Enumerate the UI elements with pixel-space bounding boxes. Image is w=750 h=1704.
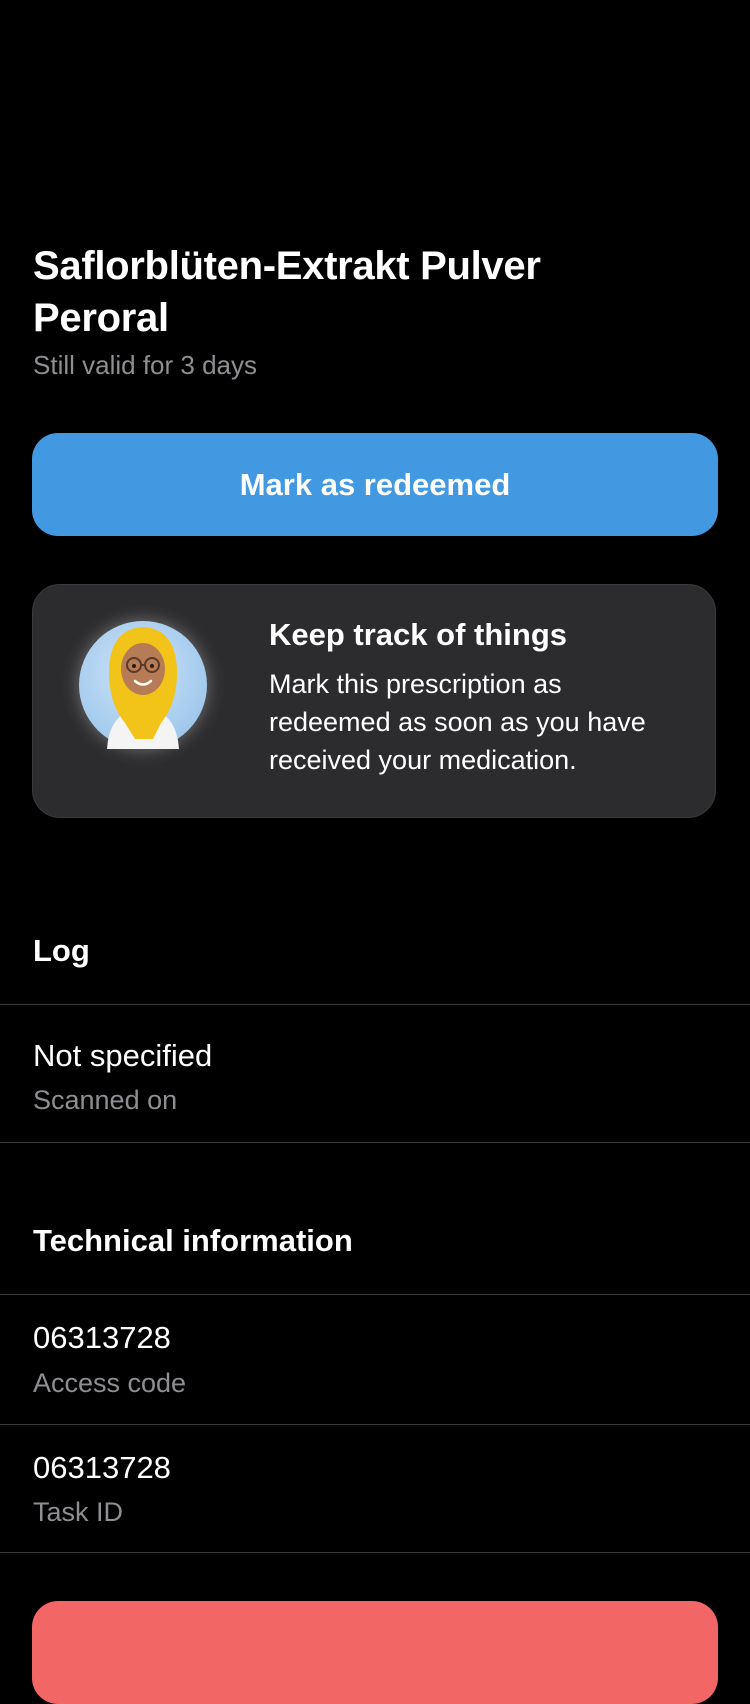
divider — [0, 1294, 750, 1295]
hint-title: Keep track of things — [269, 617, 567, 652]
divider — [0, 1552, 750, 1553]
divider — [0, 1142, 750, 1143]
task-id-value: 06313728 — [33, 1450, 171, 1485]
log-entry-label: Scanned on — [33, 1085, 178, 1115]
pharmacist-avatar-icon — [79, 621, 207, 749]
delete-button[interactable] — [32, 1601, 718, 1704]
access-code-label: Access code — [33, 1368, 187, 1398]
validity-text: Still valid for 3 days — [33, 350, 257, 380]
hint-card: Keep track of things Mark this prescript… — [32, 584, 716, 818]
access-code-value: 06313728 — [33, 1320, 171, 1355]
avatar-illustration — [107, 627, 179, 749]
log-section-header: Log — [33, 933, 90, 968]
divider — [0, 1424, 750, 1425]
prescription-detail-screen: Saflorblüten-Extrakt Pulver Peroral Stil… — [0, 0, 750, 1704]
mark-as-redeemed-button[interactable]: Mark as redeemed — [32, 433, 718, 536]
technical-section-header: Technical information — [33, 1223, 353, 1258]
prescription-title: Saflorblüten-Extrakt Pulver Peroral — [33, 244, 541, 340]
log-entry-value: Not specified — [33, 1038, 213, 1073]
divider — [0, 1004, 750, 1005]
task-id-label: Task ID — [33, 1497, 124, 1527]
hint-text: Mark this prescription as redeemed as so… — [269, 669, 646, 775]
